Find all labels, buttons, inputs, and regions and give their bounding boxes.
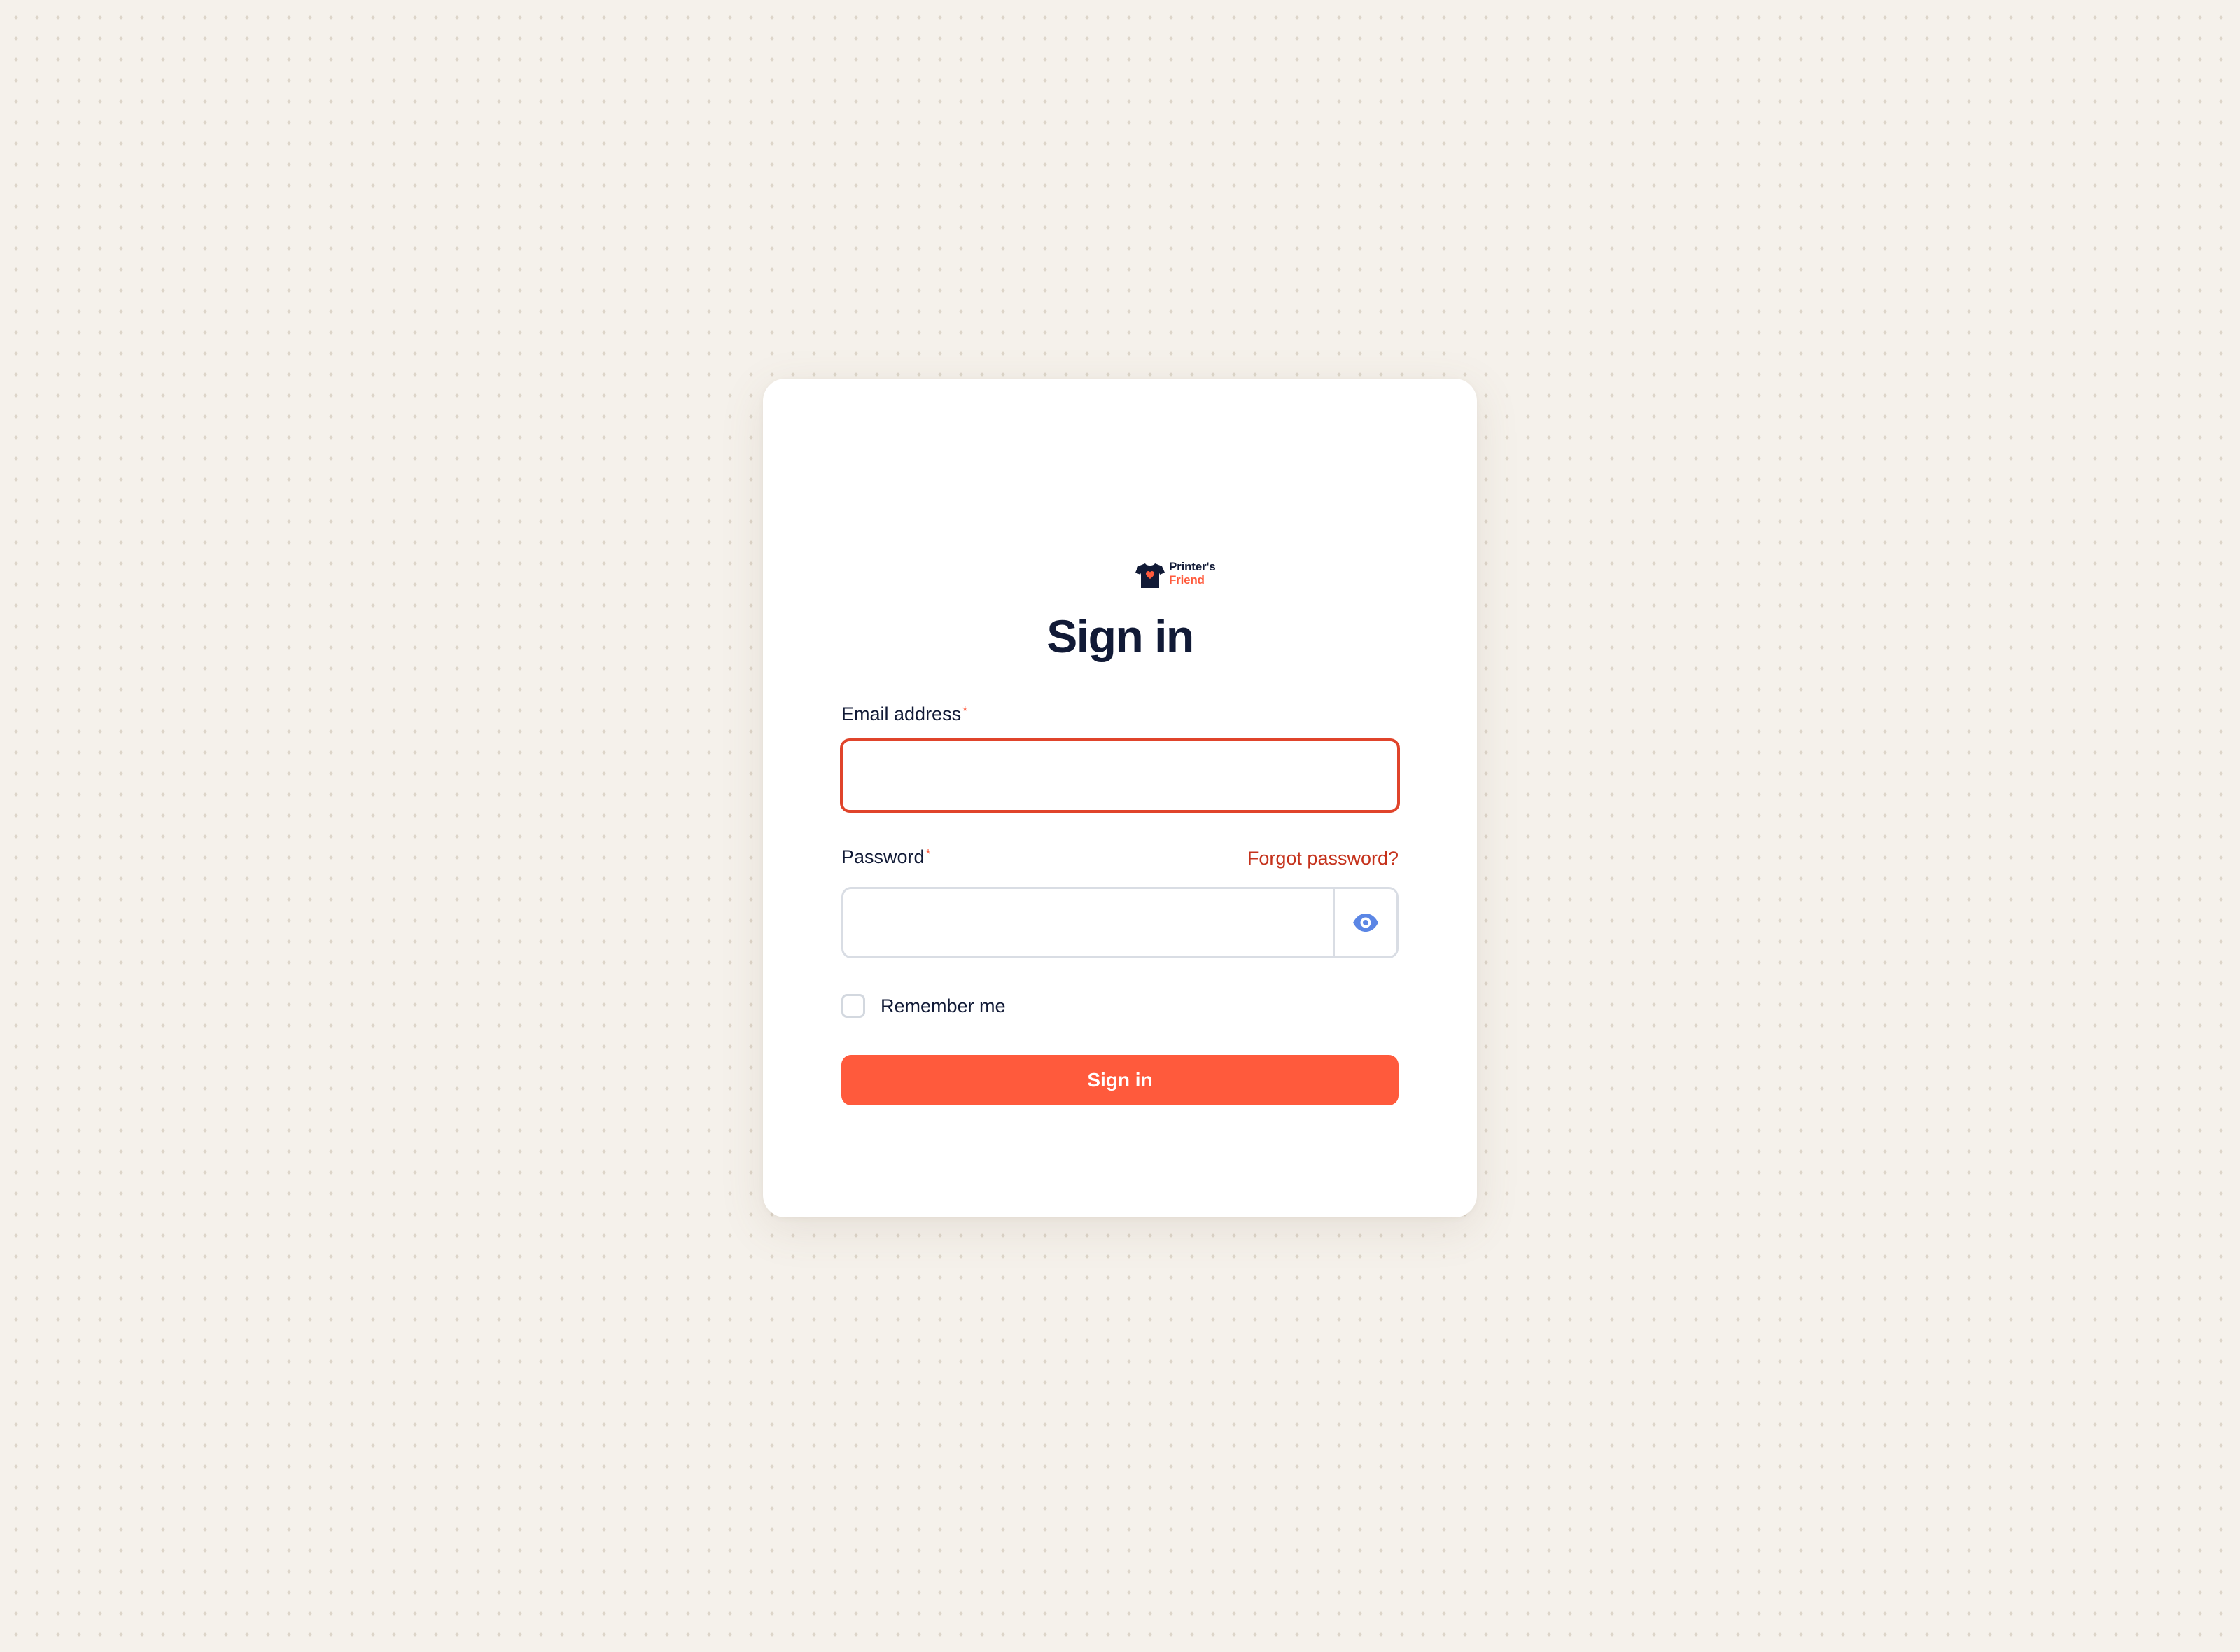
brand-name-line2: Friend [1169, 573, 1205, 587]
email-label-text: Email address [841, 704, 962, 724]
tshirt-heart-icon [1135, 564, 1165, 588]
show-password-button[interactable] [1335, 889, 1396, 956]
email-label: Email address * [841, 702, 967, 726]
sign-in-card: Printer's Friend Sign in Email address * … [763, 379, 1477, 1217]
password-field[interactable] [844, 889, 1335, 956]
password-input-group [841, 887, 1399, 958]
eye-icon [1353, 913, 1378, 932]
password-required-mark: * [925, 847, 931, 861]
email-field[interactable] [840, 738, 1400, 813]
brand-logo: Printer's Friend [1135, 559, 1275, 594]
remember-me-checkbox[interactable] [841, 994, 865, 1018]
remember-me-label[interactable]: Remember me [881, 994, 1006, 1018]
email-required-mark: * [962, 704, 968, 718]
remember-me-row: Remember me [841, 992, 1006, 1020]
password-label: Password * [841, 845, 931, 869]
forgot-password-link[interactable]: Forgot password? [1247, 846, 1399, 870]
brand-name-line1: Printer's [1169, 560, 1216, 573]
sign-in-button[interactable]: Sign in [841, 1055, 1399, 1105]
password-label-text: Password [841, 846, 925, 867]
page-title: Sign in [1046, 610, 1194, 662]
